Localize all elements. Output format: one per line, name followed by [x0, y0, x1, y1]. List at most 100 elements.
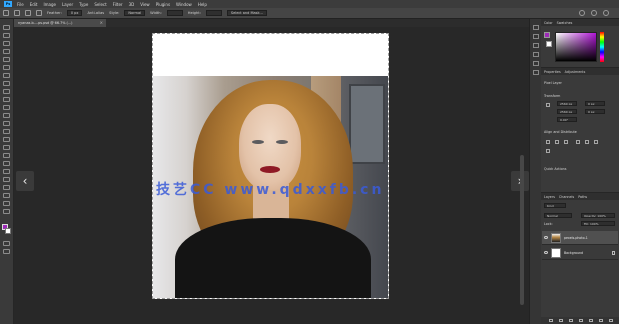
- menu-image[interactable]: Image: [43, 2, 56, 7]
- document-tab[interactable]: nyanza-b-...ps.psd @ 66.7% (...) ×: [14, 19, 106, 27]
- mask-icon[interactable]: [569, 319, 573, 322]
- height-input[interactable]: [205, 10, 222, 16]
- trash-icon[interactable]: [609, 319, 613, 322]
- screen-mode-icon[interactable]: [3, 249, 10, 254]
- visibility-eye-icon[interactable]: [544, 251, 548, 254]
- rectangle-icon[interactable]: [3, 169, 10, 174]
- libraries-icon[interactable]: [533, 61, 539, 66]
- menu-filter[interactable]: Filter: [113, 2, 123, 7]
- tab-color[interactable]: Color: [544, 21, 553, 25]
- align-right-icon[interactable]: [564, 140, 568, 144]
- tab-adjustments[interactable]: Adjustments: [565, 70, 586, 74]
- color-field[interactable]: [555, 32, 597, 62]
- lasso-icon[interactable]: [3, 41, 10, 46]
- antialias-label[interactable]: Anti-alias: [87, 11, 104, 15]
- adjustment-layer-icon[interactable]: [579, 319, 583, 322]
- history-brush-icon[interactable]: [3, 105, 10, 110]
- actions-icon[interactable]: [533, 70, 539, 75]
- opacity-field[interactable]: Opacity: 100%: [581, 213, 615, 218]
- type-icon[interactable]: [3, 153, 10, 158]
- visibility-eye-icon[interactable]: [544, 236, 548, 239]
- layer-row[interactable]: pexels-photo-1: [542, 231, 618, 245]
- width-field[interactable]: 2560 px: [557, 101, 577, 106]
- width-input[interactable]: [166, 10, 183, 16]
- menu-type[interactable]: Type: [79, 2, 88, 7]
- workspace-icon[interactable]: [591, 10, 597, 16]
- canvas-area[interactable]: 技艺CC www.qdxxfb.cn ‹ ›: [14, 27, 529, 324]
- menu-help[interactable]: Help: [198, 2, 207, 7]
- tab-properties[interactable]: Properties: [544, 70, 561, 74]
- eyedropper-icon[interactable]: [3, 73, 10, 78]
- move-tool-icon[interactable]: [3, 25, 10, 30]
- new-layer-icon[interactable]: [599, 319, 603, 322]
- menu-plugins[interactable]: Plugins: [156, 2, 170, 7]
- quick-mask-icon[interactable]: [3, 241, 10, 246]
- swap-colors-icon[interactable]: [3, 209, 10, 214]
- menu-layer[interactable]: Layer: [62, 2, 73, 7]
- crop-icon[interactable]: [3, 57, 10, 62]
- style-select[interactable]: Normal: [124, 10, 146, 16]
- blur-icon[interactable]: [3, 129, 10, 134]
- fill-field[interactable]: Fill: 100%: [581, 221, 615, 226]
- brush-icon[interactable]: [3, 89, 10, 94]
- menu-file[interactable]: File: [17, 2, 24, 7]
- tab-swatches[interactable]: Swatches: [557, 21, 573, 25]
- menu-view[interactable]: View: [140, 2, 150, 7]
- brush-settings-icon[interactable]: [533, 34, 539, 39]
- gradient-icon[interactable]: [3, 121, 10, 126]
- share-icon[interactable]: [603, 10, 609, 16]
- hand-icon[interactable]: [3, 177, 10, 182]
- blend-mode-select[interactable]: Normal: [544, 213, 572, 218]
- character-icon[interactable]: [533, 43, 539, 48]
- menu-window[interactable]: Window: [176, 2, 192, 7]
- search-icon[interactable]: [579, 10, 585, 16]
- more-tools-icon[interactable]: [3, 193, 10, 198]
- add-selection-icon[interactable]: [36, 10, 42, 16]
- zoom-icon[interactable]: [3, 185, 10, 190]
- quick-select-icon[interactable]: [3, 49, 10, 54]
- path-select-icon[interactable]: [3, 161, 10, 166]
- link-icon[interactable]: [546, 103, 550, 107]
- layer-row[interactable]: Background: [542, 246, 618, 260]
- hue-slider[interactable]: [600, 32, 604, 62]
- tab-paths[interactable]: Paths: [578, 195, 587, 199]
- vertical-scrollbar[interactable]: [520, 155, 524, 305]
- frame-icon[interactable]: [3, 65, 10, 70]
- x-field[interactable]: 0 px: [585, 101, 605, 106]
- clone-stamp-icon[interactable]: [3, 97, 10, 102]
- distribute-icon[interactable]: [546, 149, 550, 153]
- menu-select[interactable]: Select: [94, 2, 106, 7]
- history-icon[interactable]: [533, 25, 539, 30]
- pen-icon[interactable]: [3, 145, 10, 150]
- document-canvas[interactable]: [152, 33, 389, 299]
- prev-arrow-icon[interactable]: ‹: [16, 171, 34, 191]
- edit-toolbar-icon[interactable]: [3, 201, 10, 206]
- y-field[interactable]: 0 px: [585, 109, 605, 114]
- angle-field[interactable]: 0.00°: [557, 117, 577, 122]
- close-icon[interactable]: ×: [100, 20, 103, 25]
- color-panel-background[interactable]: [546, 41, 552, 47]
- link-layers-icon[interactable]: [549, 319, 553, 322]
- align-top-icon[interactable]: [576, 140, 580, 144]
- menu-3d[interactable]: 3D: [129, 2, 135, 7]
- height-field[interactable]: 2560 px: [557, 109, 577, 114]
- background-color-swatch[interactable]: [5, 228, 11, 234]
- eraser-icon[interactable]: [3, 113, 10, 118]
- healing-brush-icon[interactable]: [3, 81, 10, 86]
- dodge-icon[interactable]: [3, 137, 10, 142]
- layer-kind-filter[interactable]: Kind: [544, 203, 566, 208]
- color-panel-foreground[interactable]: [544, 32, 550, 38]
- home-icon[interactable]: [3, 10, 9, 16]
- align-left-icon[interactable]: [546, 140, 550, 144]
- marquee-tool-icon[interactable]: [14, 10, 20, 16]
- align-center-icon[interactable]: [555, 140, 559, 144]
- align-bottom-icon[interactable]: [594, 140, 598, 144]
- tab-layers[interactable]: Layers: [544, 195, 555, 199]
- paragraph-icon[interactable]: [533, 52, 539, 57]
- new-selection-icon[interactable]: [25, 10, 31, 16]
- tab-channels[interactable]: Channels: [559, 195, 574, 199]
- group-icon[interactable]: [589, 319, 593, 322]
- align-middle-icon[interactable]: [585, 140, 589, 144]
- fx-icon[interactable]: [559, 319, 563, 322]
- feather-input[interactable]: 0 px: [66, 10, 83, 16]
